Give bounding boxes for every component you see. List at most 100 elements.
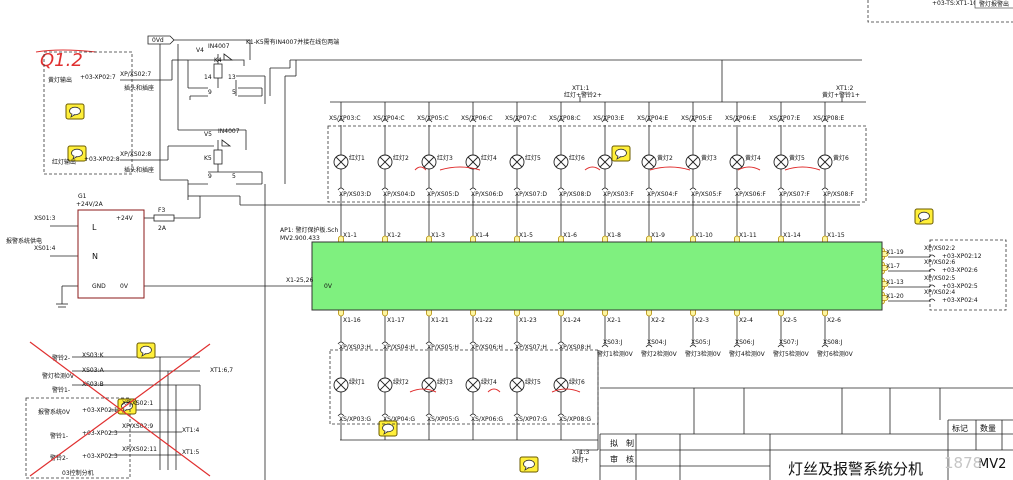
top-bottom-connector-label-3: XP/XS05:D [427,191,459,198]
lamp-5 [509,154,525,170]
watermark: 1878 [944,454,982,472]
green-lamp-4 [465,377,481,393]
notes-icon-4[interactable] [914,208,934,225]
detection-connector-label-6: XS08:J [823,339,843,346]
green-lamp-6 [553,377,569,393]
diode-v4-symbol [223,53,234,61]
lamp-12 [817,154,833,170]
lamp-label-10: 黄灯4 [745,154,761,162]
ap1-code: MV2.900.433 [280,235,320,242]
notes-icon-7[interactable] [378,420,398,437]
lower-conn-1: XP/XS02:1 [122,400,153,407]
top-bottom-connector-10 [733,187,741,191]
red-mark-top-3 [584,166,601,171]
left-conn-3: XS03:B [82,381,104,388]
lamp-label-3: 红灯3 [437,154,453,162]
green-lamp-2 [377,377,393,393]
top-bottom-connector-label-10: XP/XS06:F [735,191,766,198]
red-ref: +03-XP02:8 [84,156,120,163]
right-ref-4: +03-XP02:4 [942,297,978,304]
xt1-5: XT1:5 [182,449,200,456]
notes-icon-3[interactable] [611,145,631,162]
board-top-pin-2: X1-2 [387,232,401,239]
notes-icon-1[interactable] [65,103,85,120]
board-top-pin-12: X1-15 [827,232,845,239]
pin-5a: 5 [232,89,236,96]
relay-k4-coil [213,63,223,79]
green-bottom-connector-label-6: XS/XP08:G [559,416,591,423]
green-lamp-5 [509,377,525,393]
board-bottom-pin-9: X2-3 [695,317,709,324]
red-mark-green-2 [487,388,501,393]
right-connector-label-1: XP/XS02:2 [924,245,955,252]
top-bottom-connector-7 [601,187,609,191]
top-bottom-connector-label-7: XP/XS03:F [603,191,634,198]
handwritten-annotation: Q1.2 [40,50,83,71]
board-bottom-pin-1: X1-16 [343,317,361,324]
board-bottom-pin-3: X1-21 [431,317,449,324]
red-mark-top-6 [784,166,821,171]
green-bottom-connector-label-5: XS/XP07:G [515,416,547,423]
notes-icon-8[interactable] [519,456,539,473]
top-connector-label-1: XS/XP03:C [329,115,361,122]
notes-icon-5[interactable] [136,342,156,359]
board-top-pin-11: X1-14 [783,232,801,239]
pin-5b: 5 [232,173,236,180]
top-bottom-connector-5 [513,187,521,191]
lower-ref-1: +03-XP02:1 [82,407,118,414]
detection-label-2: 警灯2检测0V [641,350,678,358]
lamp-label-9: 黄灯3 [701,154,717,162]
green-lamp-label-3: 绿灯3 [437,378,453,386]
alarm-protection-board [311,241,883,311]
xt1-1-desc: 红灯+警铃2+ [564,91,602,99]
board-bottom-pin-8: X2-2 [651,317,665,324]
pin-13: 13 [228,74,236,81]
detection-label-1: 警灯1检测0V [597,350,634,358]
top-connector-label-8: XS/XP04:E [637,115,668,122]
top-bottom-connector-label-8: XP/XS04:F [647,191,678,198]
power-supply-g1 [77,209,145,299]
lamp-label-4: 红灯4 [481,154,497,162]
lower-label-1: 报警系统0V [38,408,71,416]
yellow-output-label: 黄灯输出 [48,76,72,84]
xs01-4: XS01:4 [34,245,56,252]
diode-v5-symbol [221,139,232,147]
green-lamp-label-2: 绿灯2 [393,378,409,386]
lamp-10 [729,154,745,170]
board-bottom-pin-2: X1-17 [387,317,405,324]
fuse-rating: 2A [158,225,167,232]
board-bottom-pin-6: X1-24 [563,317,581,324]
board-bottom-pin-4: X1-22 [475,317,493,324]
pin-9a: 9 [208,89,212,96]
top-right-ref: +03-TS:XT1-10 [932,0,977,7]
x1-0v-pin: X1-25,26 [286,277,313,284]
green-lamp-label-4: 绿灯4 [481,378,497,386]
top-bottom-connector-2 [381,187,389,191]
xt1-3: XT1:3 [572,449,590,456]
top-bottom-connector-label-4: XP/XS06:D [471,191,503,198]
title-block-mark: 标记 [952,423,968,433]
lower-label-2: 警铃1- [50,432,68,440]
schematic-diagram: XS/XP03:C 红灯1 XP/XS03:D X1-1 XS/XP04:C 红灯2 XP/… [6,0,1013,480]
top-bottom-connector-1 [337,187,345,191]
k4-label: K4 [214,57,222,64]
right-connector-label-3: XP/XS02:5 [924,275,955,282]
green-bottom-connector-label-3: XS/XP05:G [427,416,459,423]
board-bottom-pin-11: X2-5 [783,317,797,324]
xt1-4: XT1:4 [182,427,200,434]
xt1-6-7: XT1:6,7 [210,367,233,374]
diode-type-2: IN4007 [218,128,240,135]
title-block-check: 审 核 [610,454,634,464]
lamp-7 [597,154,613,170]
detection-connector-label-1: XS03:J [603,339,623,346]
v5-label: V5 [204,131,212,138]
detection-connector-label-5: XS07:J [779,339,799,346]
xt1-3-desc: 绿灯+ [572,456,589,464]
board-right-pin-3: X1-13 [886,279,904,286]
board-bottom-pin-12: X2-6 [827,317,841,324]
drawing-code: MV2 [978,457,1006,472]
lamp-label-5: 红灯5 [525,154,541,162]
lower-ref-3: +03-XP02:3 [82,453,118,460]
pin-0v: 0V [120,283,129,290]
detection-label-5: 警灯5检测0V [773,350,810,358]
